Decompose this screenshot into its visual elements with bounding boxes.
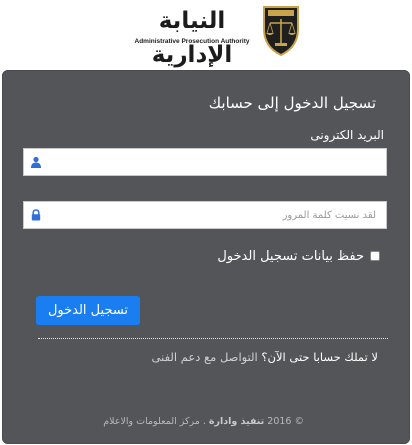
scales-of-justice-icon [263,6,299,57]
login-button[interactable]: تسجيل الدخول [36,296,140,325]
email-label: البريد الكترونى [310,128,384,142]
remember-me[interactable]: حفظ بيانات تسجيل الدخول [217,248,380,264]
footer-org: تنفيذ وادارة [208,416,265,427]
signup-question: لا تملك حسابا حتى الآن؟ [261,350,378,364]
email-field[interactable] [23,148,387,176]
site-header: النيابة الإدارية Administrative Prosecut… [0,0,412,68]
footer-dept: . مركز المعلومات والاعلام [103,416,206,427]
divider [38,338,388,339]
logo: النيابة الإدارية Administrative Prosecut… [128,4,256,68]
password-input[interactable] [46,202,382,228]
login-panel: تسجيل الدخول إلى حسابك البريد الكترونى ح… [2,70,410,444]
user-icon [31,156,41,168]
lock-icon [31,209,41,221]
email-input[interactable] [46,149,382,175]
logo-english-text: Administrative Prosecution Authority [134,38,250,45]
login-title: تسجيل الدخول إلى حسابك [208,94,376,112]
footer: © 2016 تنفيذ وادارة . مركز المعلومات وال… [103,416,304,427]
remember-checkbox[interactable] [370,251,380,261]
signup-prompt: لا تملك حسابا حتى الآن؟ التواصل مع دعم ا… [152,350,378,364]
footer-copyright: © 2016 [267,416,304,427]
password-field[interactable] [23,201,387,229]
support-link[interactable]: التواصل مع دعم الفنى [152,350,258,364]
remember-label: حفظ بيانات تسجيل الدخول [217,248,364,264]
